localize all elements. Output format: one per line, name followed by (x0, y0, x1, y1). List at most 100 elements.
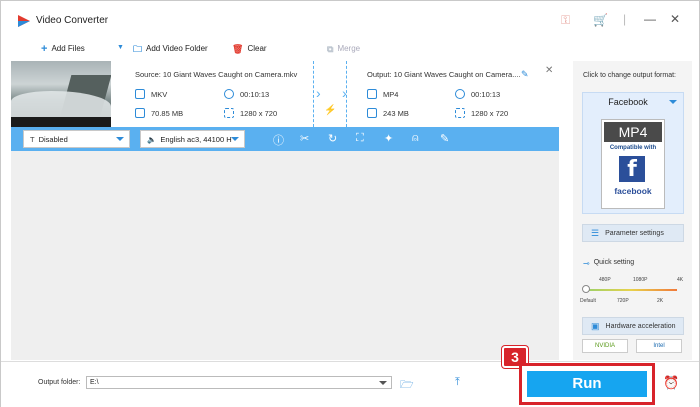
output-folder-field[interactable]: E:\ (86, 376, 392, 389)
file-row[interactable]: Source: 10 Giant Waves Caught on Camera.… (11, 61, 559, 127)
open-output-folder-icon[interactable]: ⤒ (455, 376, 460, 389)
merge-label: Merge (337, 44, 361, 53)
add-video-folder-label: Add Video Folder (146, 44, 208, 53)
merge-button[interactable]: ⧉ Merge (327, 44, 360, 53)
output-folder-value: E:\ (90, 379, 99, 386)
info-icon[interactable]: ⓘ (273, 132, 284, 148)
trash-icon: 🗑 (232, 43, 244, 54)
audio-track-value: English ac3, 44100 H (160, 134, 232, 144)
alarm-clock-icon[interactable]: ⏰ (663, 375, 679, 391)
run-button[interactable]: Run (527, 371, 647, 397)
subtitle-value: Disabled (38, 134, 68, 144)
output-format-panel: Click to change output format: Facebook … (573, 61, 692, 360)
quality-label-1080p: 1080P (633, 277, 648, 283)
hardware-acceleration-button[interactable]: ▣ Hardware acceleration (582, 317, 684, 335)
quick-setting: ⊸ Quick setting (583, 259, 634, 268)
output-format-selector[interactable]: Facebook MP4 Compatible with f facebook (582, 92, 684, 214)
app-window: Video Converter ⚿ 🛒 | — ✕ + Add Files ▼ … (0, 0, 700, 407)
subtitle-dropdown[interactable]: T Disabled (23, 130, 130, 148)
quality-label-default: Default (580, 298, 596, 304)
intel-checkbox[interactable]: Intel (636, 339, 682, 353)
remove-file-icon[interactable]: ✕ (545, 65, 553, 76)
chip-icon: ▣ (591, 320, 600, 331)
quality-label-720p: 720P (617, 298, 629, 304)
quality-slider-handle[interactable] (582, 285, 590, 293)
intel-label: Intel (653, 343, 665, 349)
format-name: Facebook (608, 97, 648, 107)
clock-icon (455, 89, 465, 99)
minimize-button[interactable]: — (644, 12, 656, 26)
video-thumbnail[interactable] (11, 61, 111, 127)
audio-track-dropdown[interactable]: 🔈 English ac3, 44100 H (140, 130, 245, 148)
source-format: MKV (135, 89, 167, 99)
add-files-button[interactable]: + Add Files (41, 42, 85, 55)
cart-icon[interactable]: 🛒 (593, 13, 608, 27)
nvidia-checkbox[interactable]: NVIDIA (582, 339, 628, 353)
source-size-value: 70.85 MB (151, 108, 184, 118)
output-title: Output: 10 Giant Waves Caught on Camera.… (367, 70, 521, 79)
output-resolution: 1280 x 720 (455, 108, 508, 118)
clock-icon (224, 89, 234, 99)
watermark-icon[interactable]: ⍝ (412, 132, 419, 145)
run-highlight: Run (519, 363, 655, 405)
window-divider: | (623, 12, 627, 26)
clear-button[interactable]: 🗑 Clear (232, 44, 267, 53)
title-bar: Video Converter ⚿ 🛒 | — ✕ (1, 1, 699, 37)
format-icon (135, 89, 145, 99)
parameter-settings-label: Parameter settings (605, 229, 664, 237)
source-size: 70.85 MB (135, 108, 183, 118)
lightning-icon: ⚡ (324, 105, 337, 116)
convert-divider-right (346, 61, 347, 127)
crop-icon[interactable]: ⛶ (356, 132, 364, 145)
chevron-down-icon[interactable] (379, 381, 387, 385)
folder-plus-icon: 🗀 (133, 43, 143, 54)
source-format-value: MKV (151, 89, 168, 99)
effects-icon[interactable]: ✦ (384, 132, 393, 145)
toolbar: + Add Files ▼ 🗀 Add Video Folder 🗑 Clear… (11, 39, 571, 61)
arrow-right-icon: › (316, 85, 321, 101)
add-files-dropdown[interactable]: ▼ (117, 44, 124, 52)
clear-label: Clear (247, 44, 267, 53)
edit-toolbar: T Disabled 🔈 English ac3, 44100 H ⓘ ✂ ↻ … (11, 127, 559, 151)
add-video-folder-button[interactable]: 🗀 Add Video Folder (133, 44, 208, 53)
facebook-logo-icon: f (619, 156, 645, 182)
format-card-brand: facebook (614, 186, 652, 196)
plus-icon: + (41, 42, 48, 55)
quality-label-2k: 2K (657, 298, 664, 304)
speaker-icon: 🔈 (147, 134, 157, 144)
change-format-label: Click to change output format: (583, 72, 676, 79)
output-format-value: MP4 (383, 89, 399, 99)
quality-slider-track[interactable] (585, 289, 677, 291)
browse-folder-icon[interactable]: 🗁 (400, 376, 414, 395)
app-logo-icon (18, 15, 30, 27)
bottom-bar: Output folder: E:\ 🗁 ⤒ 3 Run ⏰ (1, 346, 699, 407)
chevron-down-icon: ▼ (117, 44, 124, 51)
output-resolution-value: 1280 x 720 (471, 108, 509, 118)
quality-label-4k: 4K (677, 277, 684, 283)
resolution-icon (224, 108, 234, 118)
resolution-icon (455, 108, 465, 118)
folder-icon (367, 108, 377, 118)
slider-icon: ⊸ (583, 259, 590, 268)
source-duration-value: 00:10:13 (240, 89, 270, 99)
format-card[interactable]: MP4 Compatible with f facebook (601, 119, 665, 209)
sliders-icon: ☰ (591, 227, 600, 238)
output-format: MP4 (367, 89, 398, 99)
source-resolution: 1280 x 720 (224, 108, 277, 118)
file-list-area: Source: 10 Giant Waves Caught on Camera.… (11, 61, 559, 360)
rotate-icon[interactable]: ↻ (328, 132, 337, 145)
source-duration: 00:10:13 (224, 89, 269, 99)
edit-output-name-icon[interactable]: ✎ (521, 69, 529, 80)
source-resolution-value: 1280 x 720 (240, 108, 278, 118)
format-card-type: MP4 (604, 122, 662, 142)
cut-icon[interactable]: ✂ (300, 132, 309, 145)
close-window-button[interactable]: ✕ (670, 12, 680, 26)
subtitle-edit-icon[interactable]: ✎ (440, 132, 449, 145)
subtitle-icon: T (30, 134, 35, 144)
parameter-settings-button[interactable]: ☰ Parameter settings (582, 224, 684, 242)
output-size: 243 MB (367, 108, 409, 118)
key-icon[interactable]: ⚿ (561, 13, 570, 28)
hardware-acceleration-label: Hardware acceleration (605, 322, 676, 330)
quick-setting-label: Quick setting (593, 259, 635, 266)
source-title: Source: 10 Giant Waves Caught on Camera.… (135, 70, 298, 79)
